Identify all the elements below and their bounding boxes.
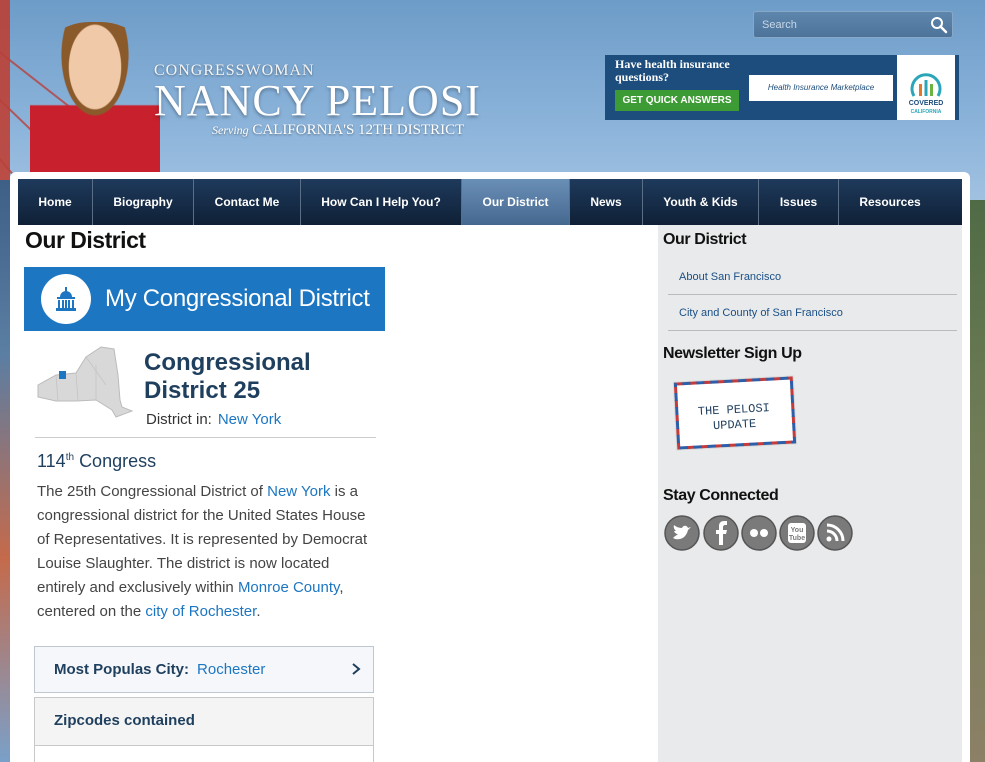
- sidebar-link-city-county-sf[interactable]: City and County of San Francisco: [668, 295, 957, 331]
- svg-text:Tube: Tube: [789, 535, 805, 542]
- california-label: CALIFORNIA: [910, 109, 942, 115]
- capitol-icon-circle: [41, 274, 91, 324]
- popcity-label: Most Populas City:: [54, 661, 190, 678]
- rss-icon[interactable]: [817, 515, 853, 551]
- district-header: My Congressional District: [24, 267, 385, 331]
- twitter-icon[interactable]: [664, 515, 700, 551]
- page-title: Our District: [25, 227, 146, 253]
- congress-number: 114: [37, 451, 66, 471]
- search-icon[interactable]: [930, 16, 948, 34]
- desc-text: The 25th Congressional District of: [37, 483, 268, 500]
- main-nav: Home Biography Contact Me How Can I Help…: [18, 179, 962, 225]
- nav-our-district[interactable]: Our District: [462, 179, 570, 225]
- youtube-icon[interactable]: You Tube: [779, 515, 815, 551]
- covered-california-icon: [910, 73, 942, 97]
- congress-word: Congress: [79, 451, 157, 471]
- nav-how-can-i-help[interactable]: How Can I Help You?: [301, 179, 462, 225]
- stamp-line-2: UPDATE: [713, 417, 757, 433]
- district-in: District in: New York: [146, 411, 281, 428]
- monroe-county-link[interactable]: Monroe County: [238, 579, 339, 596]
- new-york-map: [37, 346, 134, 418]
- desc-text: .: [256, 603, 261, 620]
- flickr-icon[interactable]: [741, 515, 777, 551]
- district-25-marker: [59, 371, 66, 379]
- zipcodes-header: Zipcodes contained: [34, 697, 374, 745]
- search-input[interactable]: [754, 12, 924, 37]
- covered-label: COVERED: [908, 100, 944, 107]
- congressional-district-title: Congressional District 25: [144, 349, 311, 404]
- zipcodes-row: [34, 745, 374, 762]
- pelosi-update-envelope[interactable]: THE PELOSI UPDATE: [672, 375, 798, 451]
- serving-label: Serving: [212, 123, 249, 137]
- search-box: [753, 11, 953, 38]
- district-line: CALIFORNIA'S 12TH DISTRICT: [252, 122, 465, 138]
- covered-text: COVERED CALIFORNIA: [909, 100, 944, 116]
- health-insurance-banner[interactable]: Have health insurance questions? GET QUI…: [605, 55, 959, 120]
- divider: [35, 437, 376, 438]
- title-big: NANCY PELOSI: [154, 76, 481, 125]
- site-logo[interactable]: CONGRESSWOMAN NANCY PELOSI Serving CALIF…: [154, 62, 481, 139]
- sidebar-heading-newsletter: Newsletter Sign Up: [663, 345, 802, 362]
- congress-heading: 114th Congress: [37, 451, 156, 472]
- marketplace-logo: Health Insurance Marketplace: [749, 74, 893, 101]
- most-populous-city-row[interactable]: Most Populas City: Rochester: [34, 646, 374, 693]
- city-of-rochester-link[interactable]: city of Rochester: [145, 603, 256, 620]
- nav-news[interactable]: News: [570, 179, 643, 225]
- popcity-value: Rochester: [197, 661, 266, 678]
- nav-issues[interactable]: Issues: [759, 179, 839, 225]
- nav-youth-kids[interactable]: Youth & Kids: [643, 179, 759, 225]
- nav-resources[interactable]: Resources: [839, 179, 941, 225]
- capitol-icon: [56, 287, 76, 311]
- banner-question: Have health insurance questions?: [615, 57, 730, 84]
- sidebar-heading-our-district: Our District: [663, 231, 747, 248]
- district-in-label: District in:: [146, 411, 212, 428]
- nav-biography[interactable]: Biography: [93, 179, 194, 225]
- new-york-link[interactable]: New York: [218, 411, 281, 428]
- sidebar-link-about-sf[interactable]: About San Francisco: [668, 259, 957, 295]
- district-header-label: My Congressional District: [105, 285, 370, 312]
- nav-contact-me[interactable]: Contact Me: [194, 179, 301, 225]
- congress-suffix: th: [65, 452, 75, 463]
- district-description: The 25th Congressional District of New Y…: [37, 480, 377, 624]
- nav-home[interactable]: Home: [18, 179, 93, 225]
- banner-mid: Health Insurance Marketplace: [745, 55, 897, 120]
- chevron-right-icon: [352, 663, 361, 675]
- portrait-photo: [30, 22, 160, 172]
- site-header: CONGRESSWOMAN NANCY PELOSI Serving CALIF…: [0, 0, 985, 172]
- sidebar-heading-stay-connected: Stay Connected: [663, 487, 779, 504]
- banner-left: Have health insurance questions? GET QUI…: [605, 55, 745, 120]
- facebook-icon[interactable]: [703, 515, 739, 551]
- covered-california-logo: COVERED CALIFORNIA: [897, 55, 955, 120]
- new-york-desc-link[interactable]: New York: [267, 483, 330, 500]
- get-quick-answers-button[interactable]: GET QUICK ANSWERS: [615, 90, 739, 111]
- svg-text:You: You: [791, 527, 804, 534]
